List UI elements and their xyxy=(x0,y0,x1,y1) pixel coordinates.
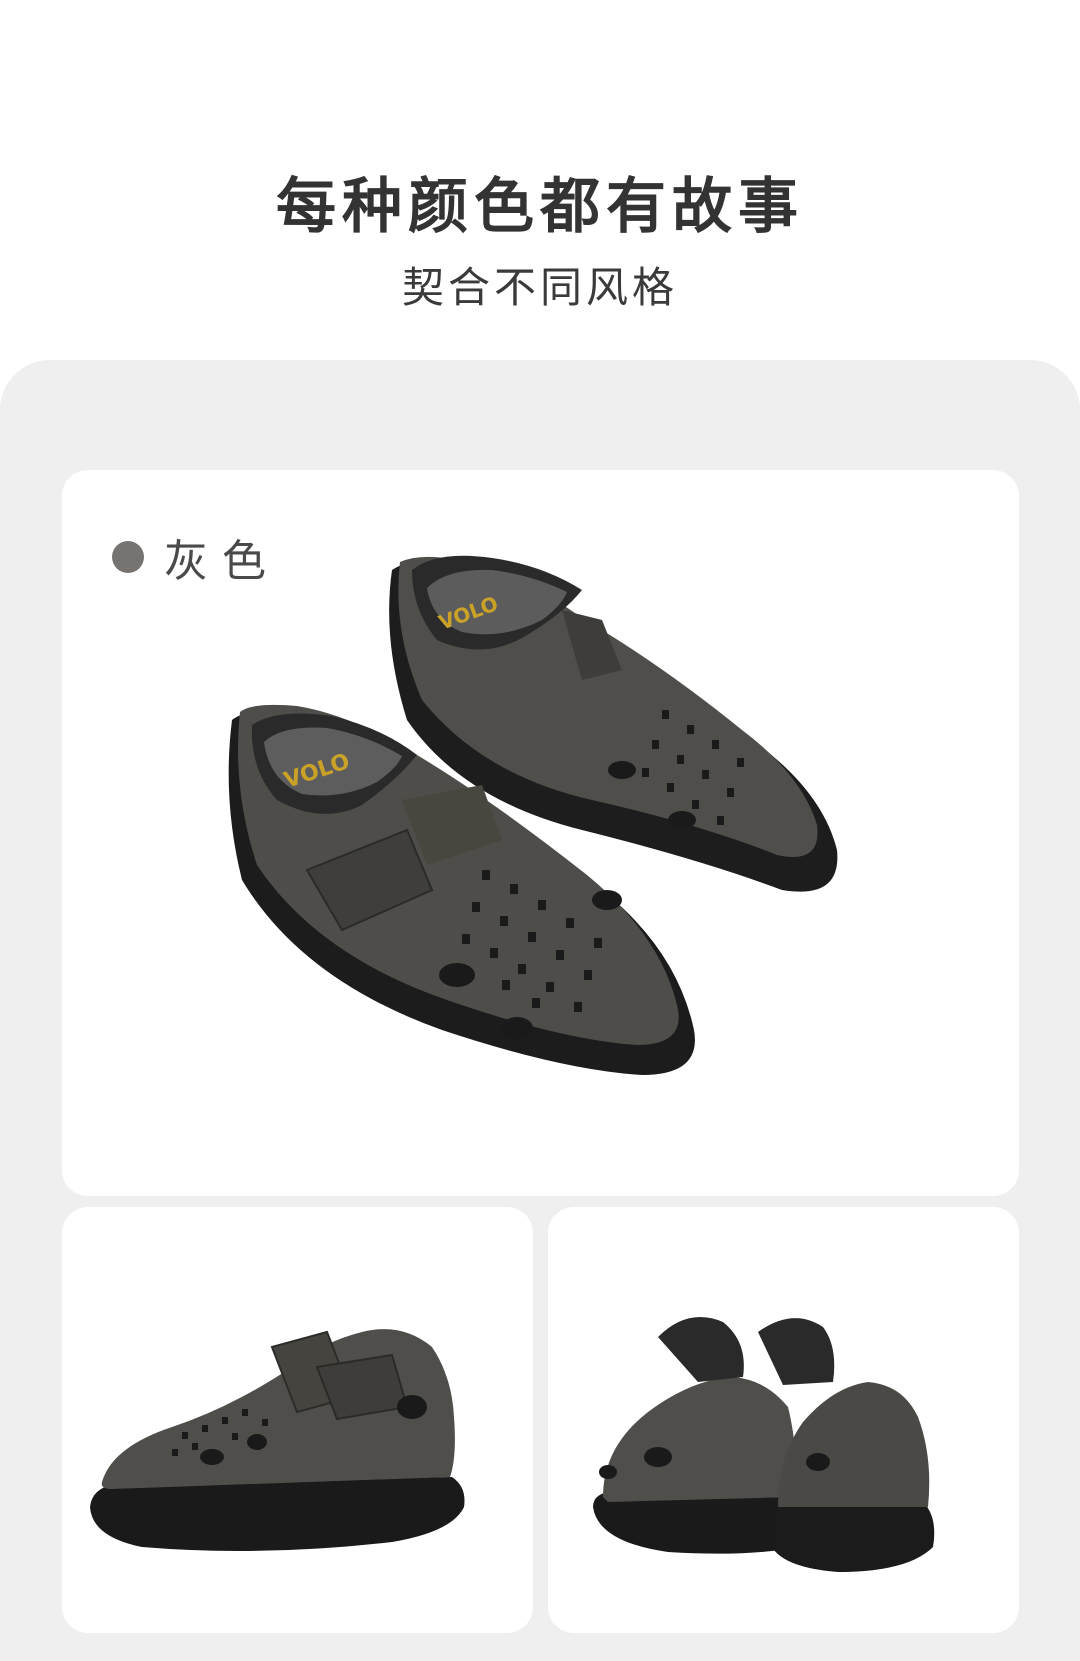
side-view-card[interactable] xyxy=(62,1207,533,1633)
color-showcase-panel: 灰色 VOLO VOLO xyxy=(0,360,1080,1661)
main-product-card[interactable]: 灰色 VOLO VOLO xyxy=(62,470,1019,1196)
shoe-pair-image: VOLO VOLO xyxy=(228,555,838,1075)
shoe-side-image xyxy=(90,1329,465,1551)
page-title: 每种颜色都有故事 xyxy=(276,172,804,242)
shoe-back-image xyxy=(593,1317,935,1572)
back-view-card[interactable] xyxy=(548,1207,1019,1633)
header: 每种颜色都有故事 契合不同风格 xyxy=(0,0,1080,360)
page-subtitle: 契合不同风格 xyxy=(401,263,678,312)
